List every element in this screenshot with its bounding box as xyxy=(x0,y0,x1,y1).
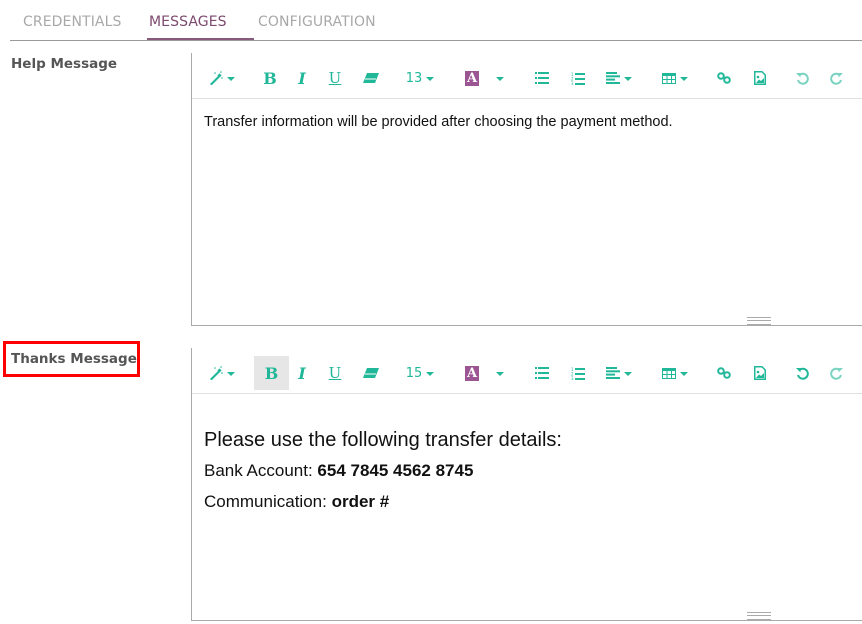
font-color-button[interactable]: A xyxy=(460,61,484,95)
chevron-down-icon xyxy=(624,372,632,376)
bank-account-value: 654 7845 4562 8745 xyxy=(317,461,474,480)
font-color-icon: A xyxy=(465,70,479,86)
help-message-label: Help Message xyxy=(11,56,118,72)
font-size-value: 13 xyxy=(405,70,423,86)
font-size-dropdown[interactable]: 15 xyxy=(402,356,438,390)
chevron-down-icon xyxy=(624,77,632,81)
numbered-list-icon: 123 xyxy=(571,72,585,85)
tab-messages[interactable]: MESSAGES xyxy=(149,14,227,30)
chevron-down-icon xyxy=(426,372,435,376)
undo-icon xyxy=(795,72,809,85)
ordered-list-button[interactable]: 123 xyxy=(564,61,592,95)
ordered-list-button[interactable]: 123 xyxy=(564,356,592,390)
notebook-tabs: CREDENTIALS MESSAGES CONFIGURATION xyxy=(10,0,862,41)
svg-text:3: 3 xyxy=(571,81,574,85)
numbered-list-icon: 123 xyxy=(571,367,585,380)
eraser-icon xyxy=(363,73,379,83)
link-icon xyxy=(717,72,731,84)
resize-handle[interactable] xyxy=(747,317,771,325)
chevron-down-icon xyxy=(227,77,235,81)
insert-link-button[interactable] xyxy=(712,61,736,95)
font-size-value: 15 xyxy=(405,365,423,381)
font-color-dropdown[interactable] xyxy=(490,356,506,390)
communication-line: Communication: order # xyxy=(204,491,844,513)
font-color-icon: A xyxy=(465,365,479,381)
chevron-down-icon xyxy=(496,372,504,376)
unordered-list-button[interactable] xyxy=(528,61,556,95)
paragraph-align-dropdown[interactable] xyxy=(602,356,636,390)
align-left-icon xyxy=(606,367,620,379)
font-color-button[interactable]: A xyxy=(460,356,484,390)
magic-wand-icon xyxy=(209,71,223,85)
table-dropdown[interactable] xyxy=(658,356,692,390)
link-icon xyxy=(717,367,731,379)
redo-icon xyxy=(829,367,843,380)
clear-format-button[interactable] xyxy=(355,356,387,390)
resize-handle[interactable] xyxy=(747,612,771,620)
thanks-message-editor: B I U 15 A 123 Please use the following … xyxy=(191,348,862,621)
font-size-dropdown[interactable]: 13 xyxy=(402,61,438,95)
help-message-content[interactable]: Transfer information will be provided af… xyxy=(204,114,673,130)
paragraph-align-dropdown[interactable] xyxy=(602,61,636,95)
font-color-dropdown[interactable] xyxy=(490,61,506,95)
italic-button[interactable]: I xyxy=(286,356,318,390)
redo-button[interactable] xyxy=(824,356,848,390)
communication-label: Communication: xyxy=(204,492,332,511)
bank-account-label: Bank Account: xyxy=(204,461,318,480)
underline-button[interactable]: U xyxy=(319,356,351,390)
thanks-heading: Please use the following transfer detail… xyxy=(204,429,562,451)
table-icon xyxy=(662,367,676,379)
table-dropdown[interactable] xyxy=(658,61,692,95)
help-editor-toolbar: B I U 13 A 123 xyxy=(192,53,862,99)
magic-wand-icon xyxy=(209,366,223,380)
undo-button[interactable] xyxy=(790,356,814,390)
thanks-message-label: Thanks Message xyxy=(11,351,137,367)
communication-value: order # xyxy=(331,492,390,511)
underline-button[interactable]: U xyxy=(319,61,351,95)
chevron-down-icon xyxy=(227,372,235,376)
eraser-icon xyxy=(363,368,379,378)
redo-button[interactable] xyxy=(824,61,848,95)
clear-format-button[interactable] xyxy=(355,61,387,95)
thanks-editor-toolbar: B I U 15 A 123 xyxy=(192,348,862,394)
chevron-down-icon xyxy=(680,372,688,376)
redo-icon xyxy=(829,72,843,85)
tab-configuration[interactable]: CONFIGURATION xyxy=(258,14,376,30)
align-left-icon xyxy=(606,72,620,84)
undo-button[interactable] xyxy=(790,61,814,95)
bold-button[interactable]: B xyxy=(254,61,286,95)
style-dropdown-button[interactable] xyxy=(206,61,238,95)
tab-credentials[interactable]: CREDENTIALS xyxy=(23,14,122,30)
help-message-text: Transfer information will be provided af… xyxy=(204,114,673,130)
italic-button[interactable]: I xyxy=(286,61,318,95)
unordered-list-button[interactable] xyxy=(528,356,556,390)
image-icon xyxy=(754,71,766,85)
bullet-list-icon xyxy=(535,72,549,84)
help-message-editor: B I U 13 A 123 Transfer information will… xyxy=(191,53,862,326)
chevron-down-icon xyxy=(496,77,504,81)
svg-text:3: 3 xyxy=(571,376,574,380)
undo-icon xyxy=(795,367,809,380)
image-icon xyxy=(754,366,766,380)
bank-account-line: Bank Account: 654 7845 4562 8745 xyxy=(204,460,844,482)
bold-button[interactable]: B xyxy=(254,356,289,390)
style-dropdown-button[interactable] xyxy=(206,356,238,390)
insert-image-button[interactable] xyxy=(748,61,772,95)
table-icon xyxy=(662,72,676,84)
insert-image-button[interactable] xyxy=(748,356,772,390)
chevron-down-icon xyxy=(426,77,435,81)
bullet-list-icon xyxy=(535,367,549,379)
active-tab-indicator xyxy=(147,38,254,40)
thanks-message-content[interactable]: Please use the following transfer detail… xyxy=(204,428,844,513)
chevron-down-icon xyxy=(680,77,688,81)
insert-link-button[interactable] xyxy=(712,356,736,390)
